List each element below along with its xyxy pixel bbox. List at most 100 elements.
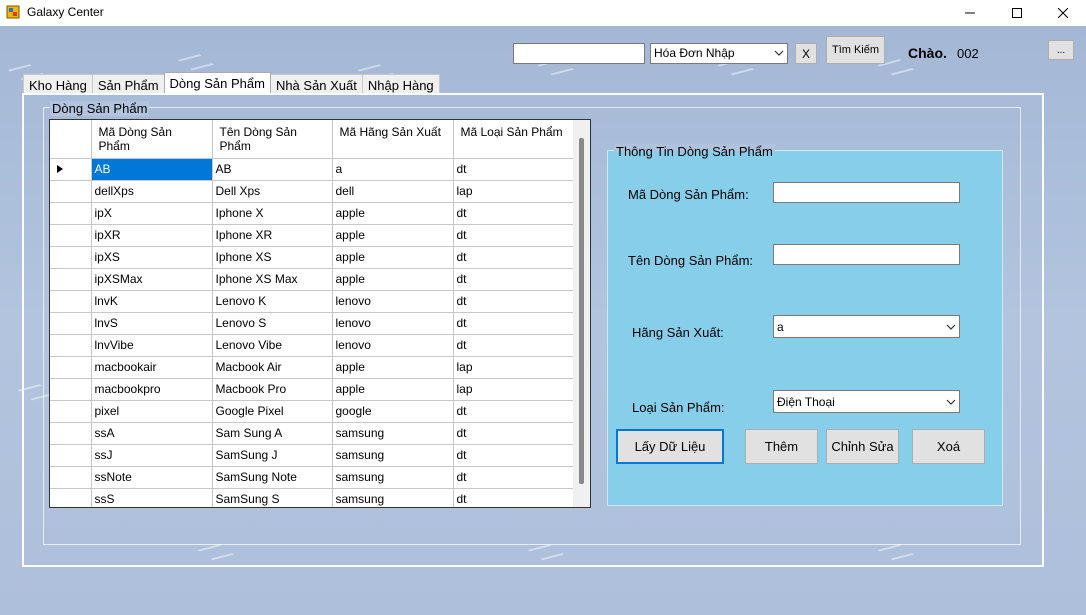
- table-cell[interactable]: apple: [332, 268, 454, 291]
- table-cell[interactable]: ipXS: [91, 246, 213, 269]
- table-cell[interactable]: SamSung Note: [212, 466, 333, 489]
- row-header[interactable]: [50, 246, 92, 269]
- table-cell[interactable]: macbookair: [91, 356, 213, 379]
- minimize-button[interactable]: [947, 0, 993, 26]
- table-cell[interactable]: Macbook Pro: [212, 378, 333, 401]
- scrollbar-thumb[interactable]: [579, 138, 584, 484]
- table-cell[interactable]: Lenovo Vibe: [212, 334, 333, 357]
- row-header[interactable]: [50, 180, 92, 203]
- table-cell[interactable]: dt: [453, 334, 575, 357]
- tab-dong-san-pham[interactable]: Dòng Sản Phẩm: [163, 72, 271, 95]
- row-header[interactable]: [50, 334, 92, 357]
- search-button[interactable]: Tìm Kiếm: [826, 36, 885, 64]
- table-cell[interactable]: ssS: [91, 488, 213, 507]
- product-line-grid[interactable]: Mã Dòng Sản Phẩm Tên Dòng Sản Phẩm Mã Hã…: [49, 119, 591, 508]
- close-button[interactable]: [1040, 0, 1086, 26]
- table-cell[interactable]: samsung: [332, 466, 454, 489]
- table-cell[interactable]: ipXSMax: [91, 268, 213, 291]
- add-button[interactable]: Thêm: [745, 429, 818, 464]
- column-header[interactable]: Mã Loại Sản Phẩm: [453, 120, 575, 159]
- hang-san-xuat-select[interactable]: a: [773, 315, 960, 338]
- column-header[interactable]: Tên Dòng Sản Phẩm: [212, 120, 333, 159]
- table-row[interactable]: ipXS Iphone XS apple dt: [50, 246, 575, 269]
- table-cell[interactable]: ipXR: [91, 224, 213, 247]
- table-cell[interactable]: Iphone X: [212, 202, 333, 225]
- table-cell[interactable]: SamSung J: [212, 444, 333, 467]
- table-cell[interactable]: AB: [91, 158, 213, 181]
- table-row[interactable]: macbookpro Macbook Pro apple lap: [50, 378, 575, 401]
- table-cell[interactable]: pixel: [91, 400, 213, 423]
- table-cell[interactable]: dt: [453, 290, 575, 313]
- table-cell[interactable]: lenovo: [332, 312, 454, 335]
- logout-button[interactable]: ...: [1048, 40, 1074, 60]
- loai-san-pham-select[interactable]: Điện Thoại: [773, 390, 960, 413]
- table-row[interactable]: AB AB a dt: [50, 158, 575, 181]
- table-cell[interactable]: samsung: [332, 422, 454, 445]
- row-header[interactable]: [50, 202, 92, 225]
- table-cell[interactable]: ssA: [91, 422, 213, 445]
- table-row[interactable]: dellXps Dell Xps dell lap: [50, 180, 575, 203]
- table-cell[interactable]: apple: [332, 356, 454, 379]
- table-cell[interactable]: a: [332, 158, 454, 181]
- grid-scrollbar[interactable]: [573, 120, 590, 507]
- edit-button[interactable]: Chỉnh Sửa: [826, 429, 899, 464]
- table-cell[interactable]: apple: [332, 202, 454, 225]
- table-cell[interactable]: Iphone XS: [212, 246, 333, 269]
- table-cell[interactable]: dt: [453, 268, 575, 291]
- table-row[interactable]: ssNote SamSung Note samsung dt: [50, 466, 575, 489]
- table-cell[interactable]: google: [332, 400, 454, 423]
- table-cell[interactable]: samsung: [332, 444, 454, 467]
- table-cell[interactable]: Macbook Air: [212, 356, 333, 379]
- table-row[interactable]: lnvK Lenovo Klenovo dt: [50, 290, 575, 313]
- ten-dong-input[interactable]: [773, 244, 960, 265]
- table-cell[interactable]: dt: [453, 246, 575, 269]
- table-cell[interactable]: lnvVibe: [91, 334, 213, 357]
- tab-kho-hang[interactable]: Kho Hàng: [23, 74, 93, 94]
- table-cell[interactable]: apple: [332, 246, 454, 269]
- delete-button[interactable]: Xoá: [912, 429, 985, 464]
- table-cell[interactable]: dt: [453, 466, 575, 489]
- table-row[interactable]: macbookair Macbook Air apple lap: [50, 356, 575, 379]
- row-header[interactable]: [50, 268, 92, 291]
- tab-nha-san-xuat[interactable]: Nhà Sản Xuất: [269, 74, 363, 94]
- table-cell[interactable]: dt: [453, 158, 575, 181]
- table-cell[interactable]: lap: [453, 180, 575, 203]
- row-header[interactable]: [50, 422, 92, 445]
- table-cell[interactable]: dt: [453, 400, 575, 423]
- table-row[interactable]: ipX Iphone Xapple dt: [50, 202, 575, 225]
- table-cell[interactable]: lenovo: [332, 290, 454, 313]
- row-header[interactable]: [50, 290, 92, 313]
- table-cell[interactable]: dt: [453, 422, 575, 445]
- row-header[interactable]: [50, 158, 92, 181]
- column-header[interactable]: Mã Hãng Sản Xuất: [332, 120, 454, 159]
- table-cell[interactable]: Iphone XR: [212, 224, 333, 247]
- table-cell[interactable]: lnvS: [91, 312, 213, 335]
- table-cell[interactable]: ssJ: [91, 444, 213, 467]
- table-cell[interactable]: Lenovo S: [212, 312, 333, 335]
- table-cell[interactable]: lap: [453, 378, 575, 401]
- row-header[interactable]: [50, 444, 92, 467]
- column-header[interactable]: Mã Dòng Sản Phẩm: [91, 120, 213, 159]
- table-cell[interactable]: apple: [332, 224, 454, 247]
- row-header[interactable]: [50, 378, 92, 401]
- table-cell[interactable]: Iphone XS Max: [212, 268, 333, 291]
- table-cell[interactable]: ipX: [91, 202, 213, 225]
- table-row[interactable]: ssS SamSung Ssamsung dt: [50, 488, 575, 507]
- table-cell[interactable]: lap: [453, 356, 575, 379]
- table-row[interactable]: pixel Google Pixel google dt: [50, 400, 575, 423]
- load-data-button[interactable]: Lấy Dữ Liệu: [616, 429, 724, 464]
- table-cell[interactable]: dellXps: [91, 180, 213, 203]
- clear-button[interactable]: X: [795, 43, 817, 64]
- table-cell[interactable]: SamSung S: [212, 488, 333, 507]
- tab-san-pham[interactable]: Sản Phẩm: [91, 74, 165, 94]
- row-header[interactable]: [50, 400, 92, 423]
- table-cell[interactable]: dt: [453, 202, 575, 225]
- table-cell[interactable]: Dell Xps: [212, 180, 333, 203]
- table-row[interactable]: lnvS Lenovo Slenovo dt: [50, 312, 575, 335]
- table-cell[interactable]: samsung: [332, 488, 454, 507]
- row-header[interactable]: [50, 224, 92, 247]
- search-input[interactable]: [513, 43, 645, 64]
- row-header[interactable]: [50, 466, 92, 489]
- table-cell[interactable]: dt: [453, 312, 575, 335]
- ma-dong-input[interactable]: [773, 182, 960, 203]
